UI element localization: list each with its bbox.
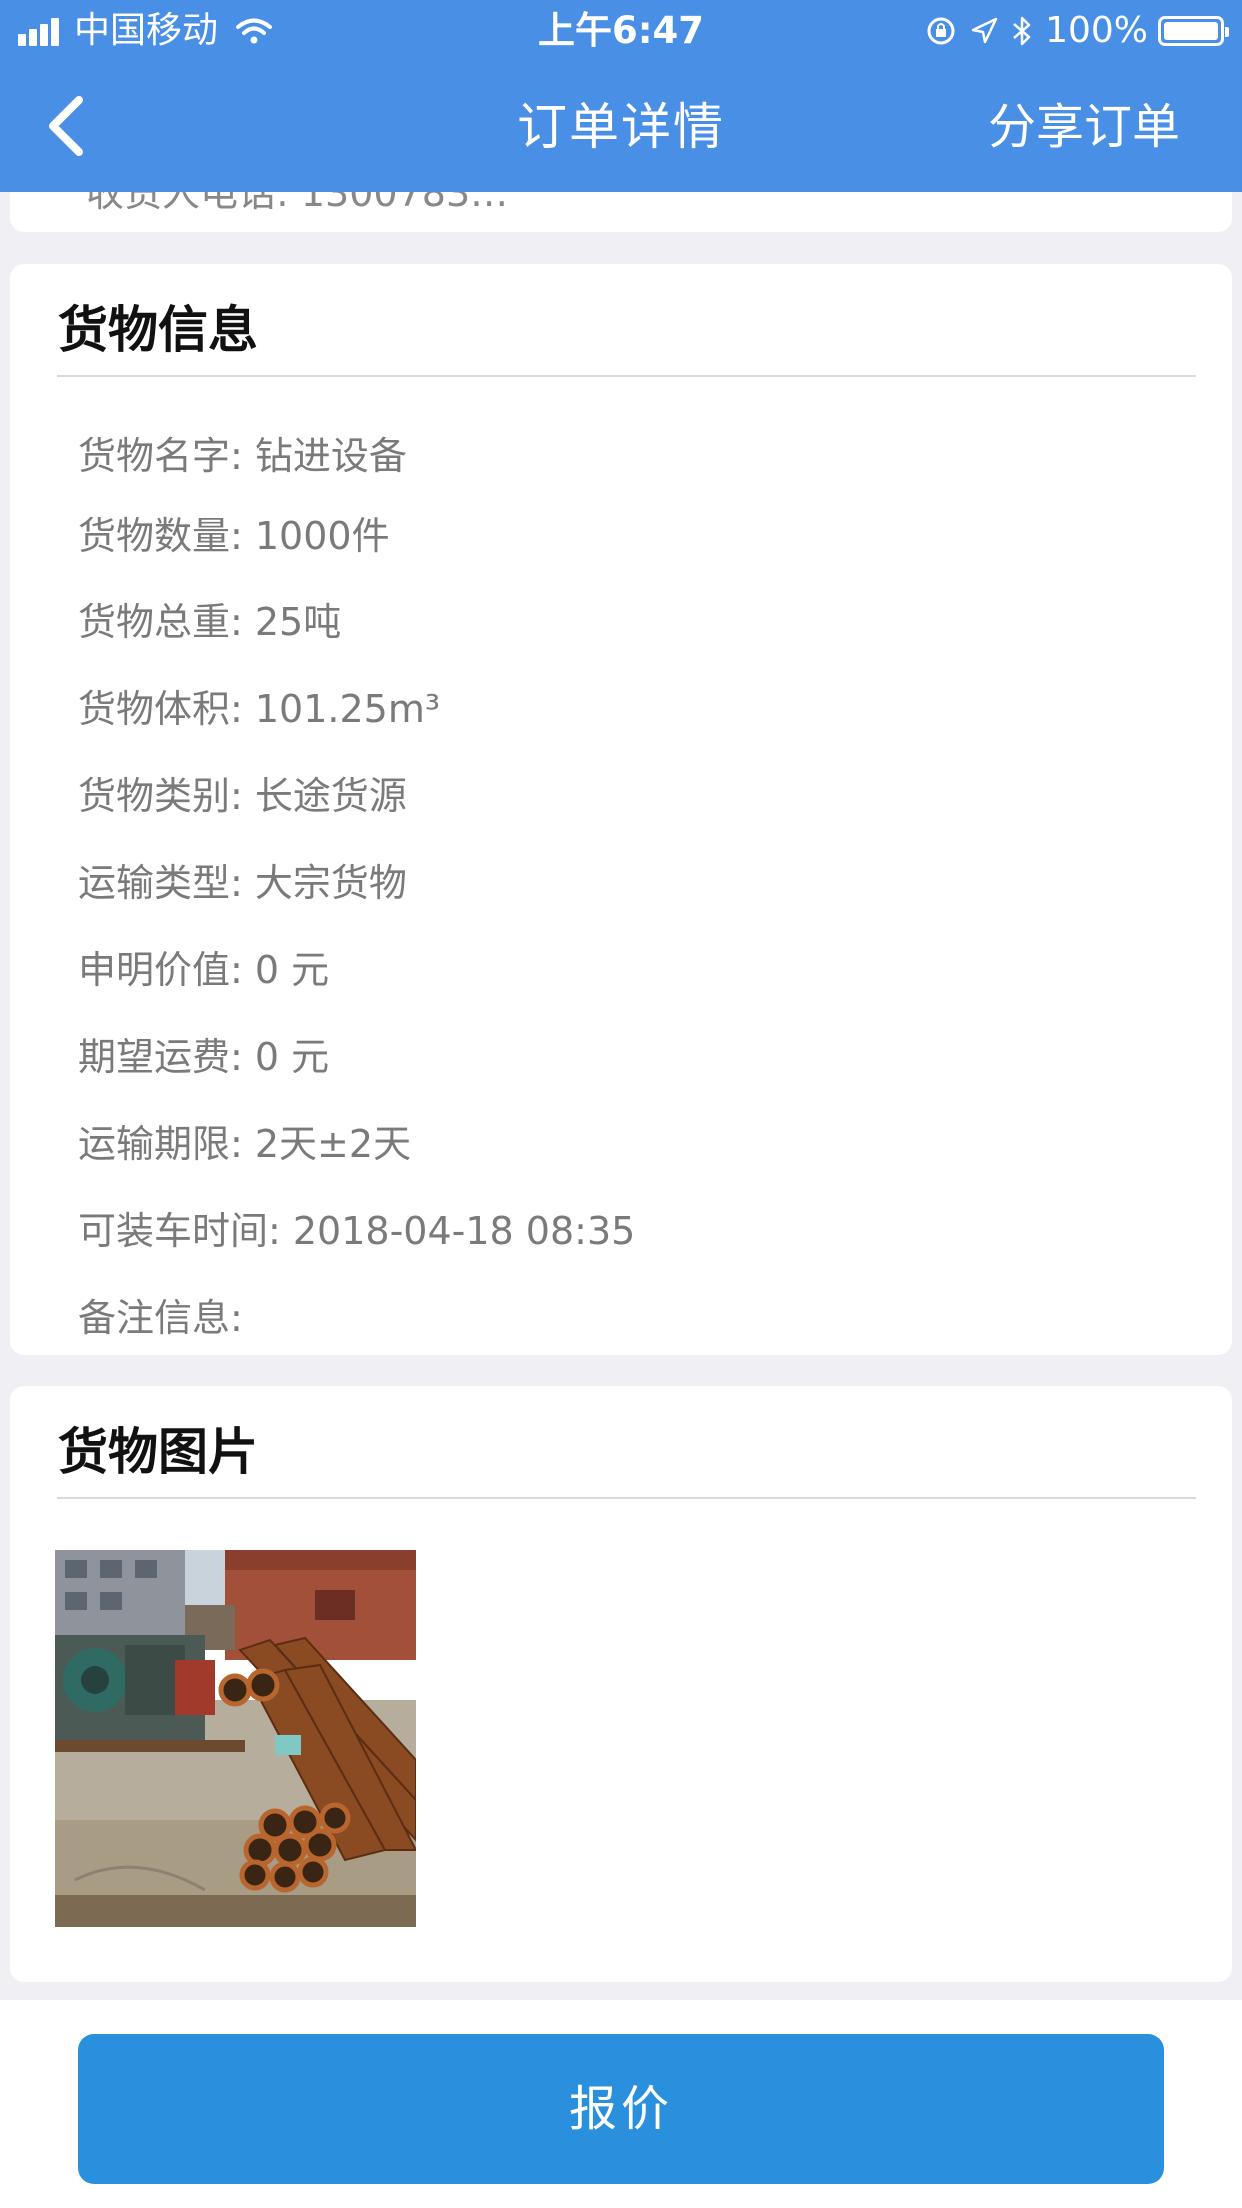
bottom-action-bar: 报价 xyxy=(0,2000,1242,2208)
remarks-row: 备注信息: xyxy=(78,1296,243,1340)
status-bar: 中国移动 上午6:47 100% xyxy=(0,0,1242,62)
battery-fill xyxy=(1164,22,1218,40)
goods-info-title: 货物信息 xyxy=(58,301,258,359)
goods-photo-thumbnail[interactable] xyxy=(55,1550,416,1927)
goods-name-row: 货物名字: 钻进设备 xyxy=(78,434,407,478)
goods-weight-row: 货物总重: 25吨 xyxy=(78,600,342,644)
battery-icon xyxy=(1158,16,1229,46)
goods-info-divider xyxy=(57,375,1196,377)
transport-type-row: 运输类型: 大宗货物 xyxy=(78,861,407,905)
loading-time-row: 可装车时间: 2018-04-18 08:35 xyxy=(78,1209,636,1253)
nav-bar: 订单详情 分享订单 xyxy=(0,62,1242,192)
goods-photos-card: 货物图片 xyxy=(10,1386,1232,1982)
orientation-lock-icon xyxy=(927,17,955,45)
goods-volume-row: 货物体积: 101.25m³ xyxy=(78,687,441,731)
transport-deadline-row: 运输期限: 2天±2天 xyxy=(78,1122,412,1166)
expected-freight-row: 期望运费: 0 元 xyxy=(78,1035,330,1079)
declared-value-row: 申明价值: 0 元 xyxy=(78,948,330,992)
location-arrow-icon xyxy=(971,17,998,44)
share-order-button[interactable]: 分享订单 xyxy=(988,62,1180,192)
goods-photo-image xyxy=(55,1550,416,1927)
goods-photos-title: 货物图片 xyxy=(58,1423,258,1481)
status-right: 100% xyxy=(925,0,1229,62)
goods-category-row: 货物类别: 长途货源 xyxy=(78,774,407,818)
goods-photos-divider xyxy=(57,1497,1196,1499)
app-header: 中国移动 上午6:47 100% 订单详情 分享订单 xyxy=(0,0,1242,192)
battery-nub xyxy=(1225,27,1229,37)
goods-quantity-row: 货物数量: 1000件 xyxy=(78,514,390,558)
quote-button[interactable]: 报价 xyxy=(78,2034,1164,2184)
battery-percentage: 100% xyxy=(1045,10,1148,51)
bluetooth-icon xyxy=(1013,16,1031,46)
goods-info-card: 货物信息 货物名字: 钻进设备 货物数量: 1000件 货物总重: 25吨 货物… xyxy=(10,264,1232,1355)
